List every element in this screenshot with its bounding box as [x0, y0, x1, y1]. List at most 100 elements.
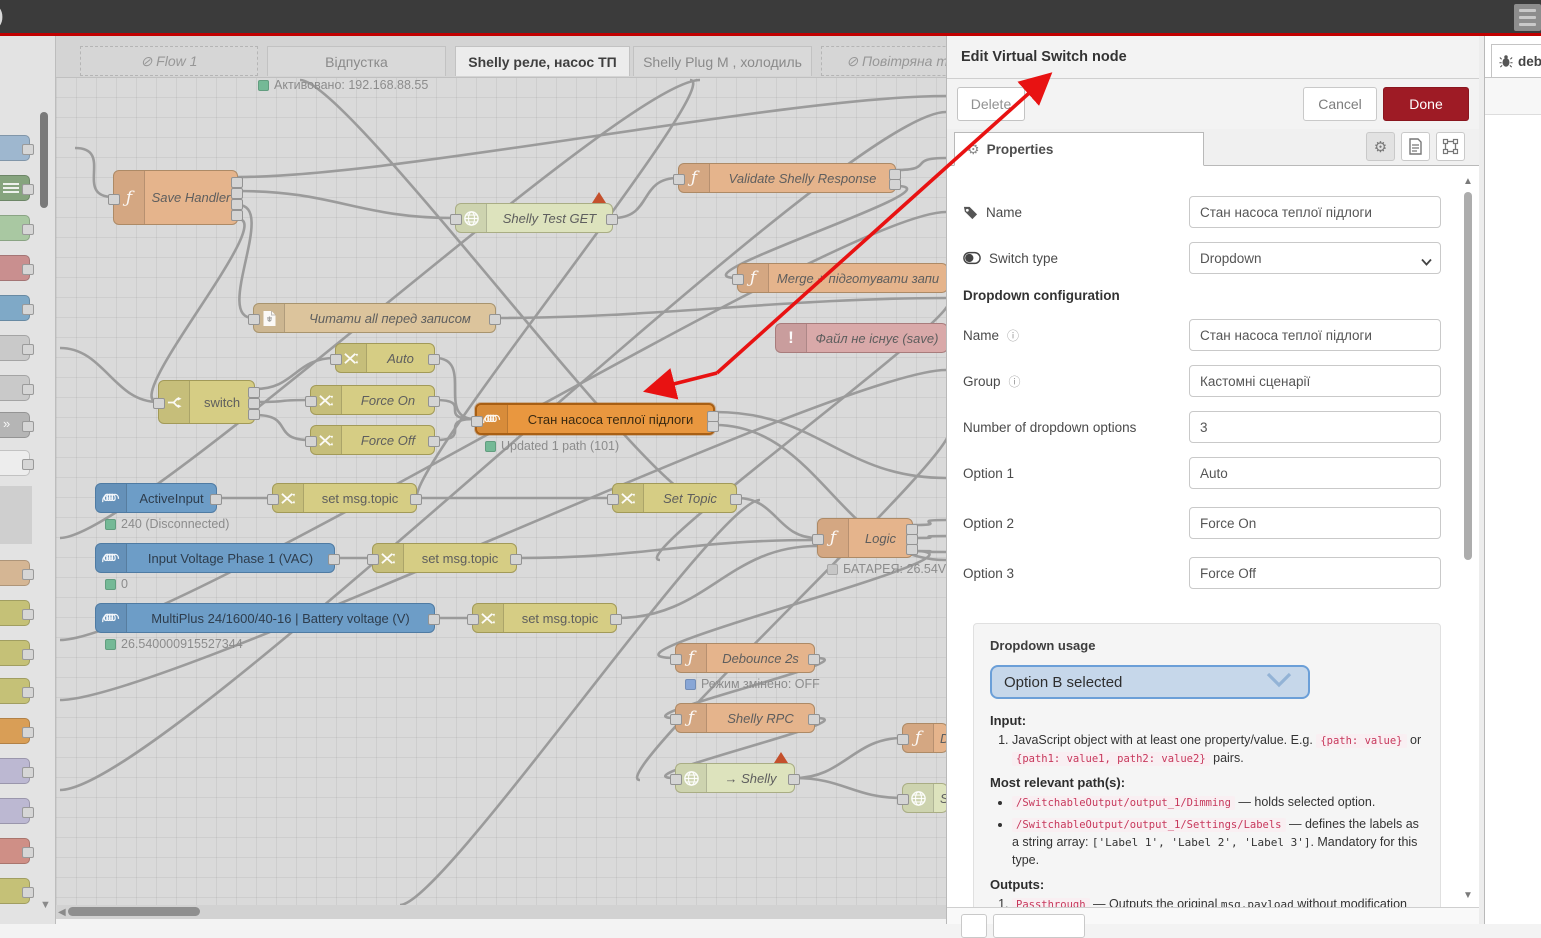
wire[interactable]	[238, 191, 455, 218]
group-input[interactable]: Кастомні сценарії	[1189, 365, 1441, 397]
usage-dropdown-preview[interactable]: Option B selected	[990, 665, 1310, 699]
input-port[interactable]	[812, 534, 824, 545]
node-port[interactable]	[22, 421, 34, 432]
name-input[interactable]: Стан насоса теплої підлоги	[1189, 196, 1441, 228]
output-port[interactable]	[248, 409, 260, 420]
input-port[interactable]	[673, 174, 685, 185]
output-port[interactable]	[730, 494, 742, 505]
palette-node-stub[interactable]	[0, 640, 30, 666]
flow-node[interactable]: Читати all перед записом	[253, 303, 496, 333]
output-port[interactable]	[410, 494, 422, 505]
output-port[interactable]	[210, 494, 222, 505]
palette-node-stub[interactable]	[0, 215, 30, 241]
option1-input[interactable]: Auto	[1189, 457, 1441, 489]
output-port[interactable]	[428, 396, 440, 407]
output-port[interactable]	[788, 774, 800, 785]
palette-node-stub[interactable]	[0, 255, 30, 281]
wire[interactable]	[435, 419, 475, 440]
palette-node-stub[interactable]	[0, 135, 30, 161]
wire[interactable]	[795, 738, 902, 778]
output-port[interactable]	[808, 654, 820, 665]
input-port[interactable]	[367, 554, 379, 565]
node-palette[interactable]: ▼ »	[0, 36, 56, 924]
output-port[interactable]	[489, 314, 501, 325]
input-port[interactable]	[732, 274, 744, 285]
hamburger-menu-icon[interactable]	[1514, 4, 1541, 31]
input-port[interactable]	[330, 354, 342, 365]
input-port[interactable]	[305, 436, 317, 447]
palette-node-stub[interactable]	[0, 758, 30, 784]
input-port[interactable]	[267, 494, 279, 505]
wire[interactable]	[715, 412, 946, 478]
palette-node-stub[interactable]	[0, 295, 30, 321]
cancel-button[interactable]: Cancel	[1303, 87, 1377, 121]
node-port[interactable]	[22, 184, 34, 195]
flow-node[interactable]: Shelly Test GET	[455, 203, 613, 233]
output-port[interactable]	[808, 714, 820, 725]
output-port[interactable]	[906, 544, 918, 555]
scroll-left-icon[interactable]: ◀	[58, 907, 66, 918]
input-port[interactable]	[897, 734, 909, 745]
option3-input[interactable]: Force Off	[1189, 557, 1441, 589]
tab-properties[interactable]: ⚙ Properties	[954, 132, 1204, 166]
output-port[interactable]	[428, 354, 440, 365]
wire[interactable]	[75, 148, 113, 197]
node-port[interactable]	[22, 304, 34, 315]
output-port[interactable]	[231, 210, 243, 221]
wire[interactable]	[238, 205, 253, 318]
canvas-horizontal-scrollbar[interactable]: ◀	[56, 905, 946, 919]
flow-tab-3[interactable]: Shelly реле, насос ТП	[455, 46, 630, 76]
flow-node[interactable]: ƒShelly RPC	[675, 703, 815, 733]
description-button[interactable]	[1401, 132, 1430, 161]
palette-node-stub[interactable]	[0, 175, 30, 201]
output-port[interactable]	[707, 421, 719, 432]
wire[interactable]	[496, 298, 946, 318]
footer-button[interactable]	[993, 914, 1085, 938]
output-port[interactable]	[606, 214, 618, 225]
scrollbar-thumb[interactable]	[1464, 192, 1472, 560]
palette-node-stub[interactable]	[0, 838, 30, 864]
scrollbar-thumb[interactable]	[68, 907, 200, 916]
wire[interactable]	[913, 520, 946, 525]
option2-input[interactable]: Force On	[1189, 507, 1441, 539]
flow-node[interactable]: ƒSave Handler	[113, 170, 238, 225]
node-port[interactable]	[22, 344, 34, 355]
flow-tab-1[interactable]: ⊘ Flow 1	[80, 46, 258, 76]
palette-scroll-down-icon[interactable]: ▼	[40, 899, 51, 911]
flow-node[interactable]: switch	[158, 380, 255, 424]
node-port[interactable]	[22, 609, 34, 620]
node-port[interactable]	[22, 887, 34, 898]
output-port[interactable]	[428, 614, 440, 625]
palette-category-block[interactable]	[0, 486, 32, 544]
output-port[interactable]	[248, 387, 260, 398]
tray-scrollbar[interactable]: ▲ ▼	[1463, 176, 1473, 901]
node-port[interactable]	[22, 264, 34, 275]
flow-node[interactable]: ƒMerge + підготувати запи	[737, 263, 946, 293]
flow-node[interactable]: set msg.topic	[372, 543, 517, 573]
input-port[interactable]	[670, 774, 682, 785]
input-port[interactable]	[471, 416, 483, 427]
output-port[interactable]	[510, 554, 522, 565]
appearance-button[interactable]	[1436, 132, 1465, 161]
palette-node-stub[interactable]	[0, 678, 30, 704]
flow-tab-4[interactable]: Shelly Plug M , холодиль	[633, 46, 812, 76]
flow-node[interactable]: ƒD	[902, 723, 946, 753]
node-port[interactable]	[22, 144, 34, 155]
flow-node[interactable]: set msg.topic	[272, 483, 417, 513]
output-port[interactable]	[889, 179, 901, 190]
palette-node-stub[interactable]	[0, 600, 30, 626]
palette-scrollbar[interactable]	[40, 112, 48, 208]
output-port[interactable]	[231, 199, 243, 210]
wire[interactable]	[152, 219, 245, 402]
wire[interactable]	[255, 400, 310, 402]
delete-button[interactable]: Delete	[957, 87, 1025, 121]
output-port[interactable]	[248, 398, 260, 409]
flow-node[interactable]: Force On	[310, 385, 435, 415]
node-port[interactable]	[22, 727, 34, 738]
input-port[interactable]	[670, 714, 682, 725]
wire[interactable]	[795, 778, 902, 798]
flow-node[interactable]: !Файл не існує (save)	[775, 323, 946, 353]
flow-node[interactable]: ActiveInput	[95, 483, 217, 513]
flow-tab-2[interactable]: Відпустка	[267, 46, 446, 76]
flow-node[interactable]: Force Off	[310, 425, 435, 455]
